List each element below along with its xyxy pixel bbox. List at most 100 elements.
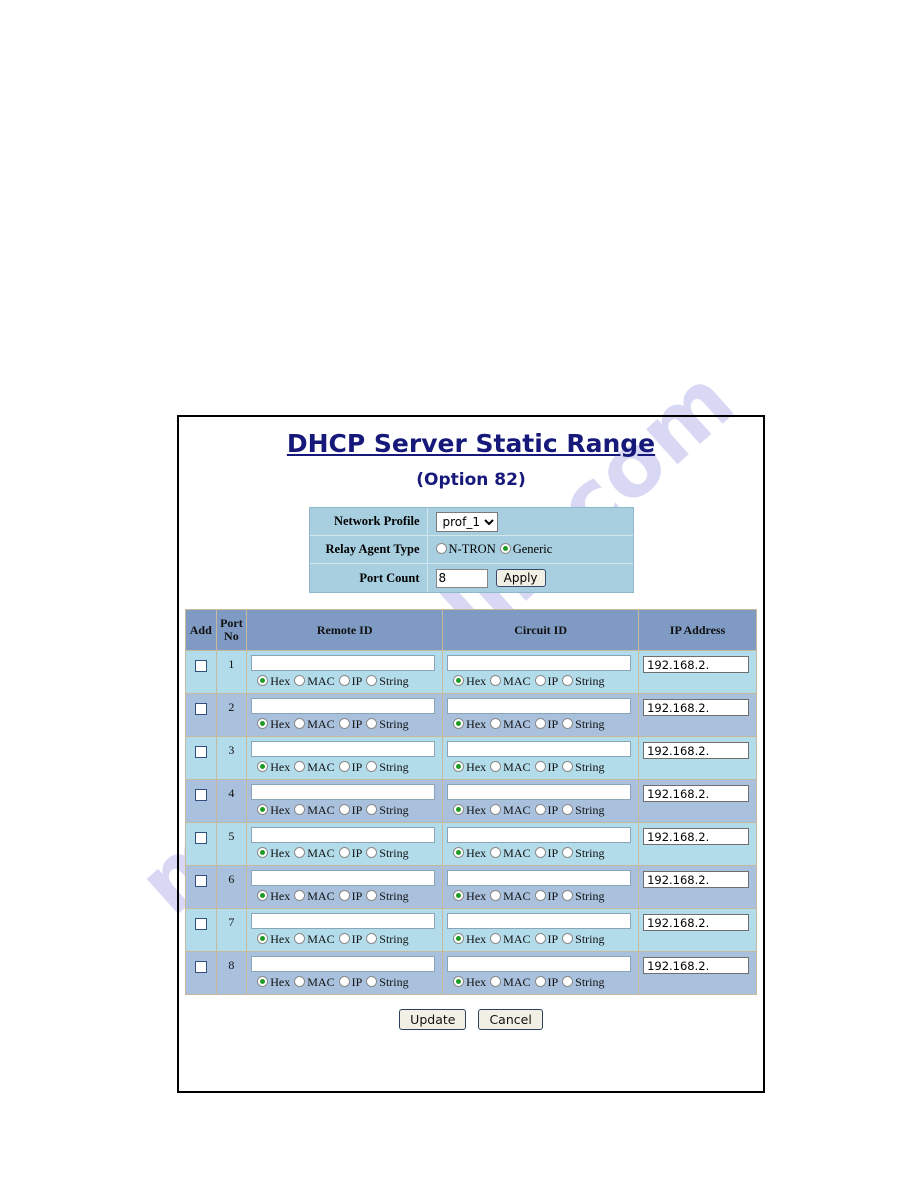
- circuit-id-format-option-hex[interactable]: Hex: [453, 932, 486, 946]
- circuit-id-format-option-mac[interactable]: MAC: [490, 803, 531, 817]
- radio-icon-remote-id-mac[interactable]: [294, 976, 306, 987]
- remote-id-format-option-mac[interactable]: MAC: [294, 846, 335, 860]
- radio-icon-circuit-id-string[interactable]: [562, 976, 574, 987]
- radio-icon-remote-id-ip[interactable]: [338, 761, 350, 772]
- remote-id-input[interactable]: [251, 784, 436, 800]
- circuit-id-format-option-mac[interactable]: MAC: [490, 889, 531, 903]
- add-checkbox[interactable]: [194, 875, 207, 887]
- radio-icon-circuit-id-ip[interactable]: [534, 976, 546, 987]
- radio-icon-circuit-id-string[interactable]: [562, 804, 574, 815]
- ip-address-input[interactable]: [643, 828, 750, 845]
- radio-icon-remote-id-ip[interactable]: [338, 847, 350, 858]
- circuit-id-format-option-ip[interactable]: IP: [534, 932, 558, 946]
- radio-icon-circuit-id-string[interactable]: [562, 675, 574, 686]
- radio-icon-circuit-id-string[interactable]: [562, 890, 574, 901]
- circuit-id-input[interactable]: [447, 913, 632, 929]
- remote-id-format-option-ip[interactable]: IP: [338, 975, 362, 989]
- radio-icon-remote-id-string[interactable]: [366, 761, 378, 772]
- circuit-id-format-option-mac[interactable]: MAC: [490, 760, 531, 774]
- relay-agent-option-generic[interactable]: Generic: [499, 542, 552, 556]
- radio-icon-circuit-id-mac[interactable]: [490, 761, 502, 772]
- remote-id-format-option-ip[interactable]: IP: [338, 932, 362, 946]
- radio-icon-circuit-id-mac[interactable]: [490, 675, 502, 686]
- radio-icon-circuit-id-string[interactable]: [562, 761, 574, 772]
- circuit-id-input[interactable]: [447, 956, 632, 972]
- radio-icon-generic[interactable]: [499, 543, 511, 554]
- radio-icon-remote-id-ip[interactable]: [338, 933, 350, 944]
- radio-icon-circuit-id-hex[interactable]: [453, 890, 465, 901]
- radio-icon-circuit-id-ip[interactable]: [534, 804, 546, 815]
- radio-icon-circuit-id-hex[interactable]: [453, 976, 465, 987]
- add-checkbox[interactable]: [194, 746, 207, 758]
- radio-icon-circuit-id-hex[interactable]: [453, 718, 465, 729]
- radio-icon-remote-id-mac[interactable]: [294, 847, 306, 858]
- radio-icon-circuit-id-ip[interactable]: [534, 933, 546, 944]
- radio-icon-remote-id-hex[interactable]: [257, 847, 269, 858]
- remote-id-format-option-string[interactable]: String: [366, 846, 409, 860]
- add-checkbox[interactable]: [194, 832, 207, 844]
- remote-id-format-option-string[interactable]: String: [366, 932, 409, 946]
- add-checkbox[interactable]: [194, 961, 207, 973]
- circuit-id-format-option-string[interactable]: String: [562, 932, 605, 946]
- remote-id-input[interactable]: [251, 827, 436, 843]
- circuit-id-format-option-ip[interactable]: IP: [534, 889, 558, 903]
- radio-icon-remote-id-ip[interactable]: [338, 675, 350, 686]
- radio-icon-circuit-id-mac[interactable]: [490, 976, 502, 987]
- cancel-button[interactable]: Cancel: [478, 1009, 543, 1030]
- radio-icon-remote-id-mac[interactable]: [294, 718, 306, 729]
- ip-address-input[interactable]: [643, 785, 750, 802]
- remote-id-input[interactable]: [251, 741, 436, 757]
- remote-id-format-option-hex[interactable]: Hex: [257, 932, 290, 946]
- circuit-id-format-option-string[interactable]: String: [562, 674, 605, 688]
- circuit-id-format-option-mac[interactable]: MAC: [490, 846, 531, 860]
- radio-icon-remote-id-string[interactable]: [366, 718, 378, 729]
- radio-icon-remote-id-mac[interactable]: [294, 890, 306, 901]
- circuit-id-format-option-ip[interactable]: IP: [534, 674, 558, 688]
- circuit-id-format-option-string[interactable]: String: [562, 975, 605, 989]
- radio-icon-remote-id-mac[interactable]: [294, 761, 306, 772]
- circuit-id-format-option-hex[interactable]: Hex: [453, 975, 486, 989]
- remote-id-format-option-mac[interactable]: MAC: [294, 889, 335, 903]
- circuit-id-format-option-ip[interactable]: IP: [534, 760, 558, 774]
- radio-icon-remote-id-ip[interactable]: [338, 976, 350, 987]
- circuit-id-format-option-hex[interactable]: Hex: [453, 717, 486, 731]
- circuit-id-format-option-ip[interactable]: IP: [534, 846, 558, 860]
- circuit-id-format-option-mac[interactable]: MAC: [490, 674, 531, 688]
- circuit-id-format-option-mac[interactable]: MAC: [490, 932, 531, 946]
- circuit-id-format-option-string[interactable]: String: [562, 760, 605, 774]
- remote-id-format-option-hex[interactable]: Hex: [257, 674, 290, 688]
- radio-icon-circuit-id-string[interactable]: [562, 933, 574, 944]
- remote-id-input[interactable]: [251, 956, 436, 972]
- radio-icon-circuit-id-ip[interactable]: [534, 675, 546, 686]
- remote-id-format-option-hex[interactable]: Hex: [257, 846, 290, 860]
- remote-id-format-option-ip[interactable]: IP: [338, 889, 362, 903]
- radio-icon-ntron[interactable]: [435, 543, 447, 554]
- circuit-id-format-option-string[interactable]: String: [562, 717, 605, 731]
- update-button[interactable]: Update: [399, 1009, 467, 1030]
- radio-icon-circuit-id-hex[interactable]: [453, 804, 465, 815]
- radio-icon-remote-id-hex[interactable]: [257, 890, 269, 901]
- radio-icon-circuit-id-ip[interactable]: [534, 761, 546, 772]
- radio-icon-circuit-id-mac[interactable]: [490, 804, 502, 815]
- circuit-id-input[interactable]: [447, 655, 632, 671]
- remote-id-format-option-ip[interactable]: IP: [338, 674, 362, 688]
- remote-id-format-option-string[interactable]: String: [366, 975, 409, 989]
- remote-id-input[interactable]: [251, 698, 436, 714]
- network-profile-select[interactable]: prof_1: [435, 511, 498, 532]
- circuit-id-input[interactable]: [447, 741, 632, 757]
- radio-icon-remote-id-string[interactable]: [366, 933, 378, 944]
- radio-icon-circuit-id-hex[interactable]: [453, 933, 465, 944]
- radio-icon-circuit-id-mac[interactable]: [490, 933, 502, 944]
- remote-id-input[interactable]: [251, 913, 436, 929]
- circuit-id-format-option-ip[interactable]: IP: [534, 975, 558, 989]
- remote-id-format-option-mac[interactable]: MAC: [294, 803, 335, 817]
- remote-id-format-option-hex[interactable]: Hex: [257, 760, 290, 774]
- radio-icon-remote-id-hex[interactable]: [257, 675, 269, 686]
- apply-button[interactable]: Apply: [495, 569, 546, 587]
- circuit-id-input[interactable]: [447, 784, 632, 800]
- radio-icon-circuit-id-mac[interactable]: [490, 890, 502, 901]
- remote-id-format-option-mac[interactable]: MAC: [294, 975, 335, 989]
- radio-icon-circuit-id-ip[interactable]: [534, 718, 546, 729]
- remote-id-format-option-mac[interactable]: MAC: [294, 760, 335, 774]
- circuit-id-format-option-hex[interactable]: Hex: [453, 803, 486, 817]
